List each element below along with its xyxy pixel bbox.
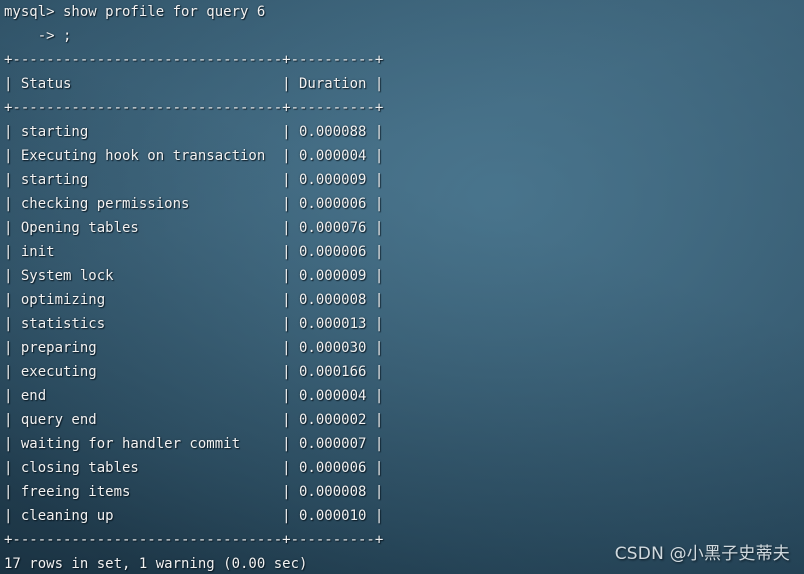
- table-row: | starting | 0.000088 |: [4, 124, 384, 140]
- table-separator-header: +--------------------------------+------…: [4, 100, 384, 116]
- table-row: | System lock | 0.000009 |: [4, 268, 384, 284]
- table-row: | optimizing | 0.000008 |: [4, 292, 384, 308]
- table-row: | freeing items | 0.000008 |: [4, 484, 384, 500]
- table-row: | Executing hook on transaction | 0.0000…: [4, 148, 384, 164]
- table-row: | statistics | 0.000013 |: [4, 316, 384, 332]
- table-separator-top: +--------------------------------+------…: [4, 52, 384, 68]
- table-row: | starting | 0.000009 |: [4, 172, 384, 188]
- result-summary-line: 17 rows in set, 1 warning (0.00 sec): [4, 556, 308, 572]
- terminal-output: mysql> show profile for query 6 -> ; +---…: [4, 0, 383, 574]
- table-row: | waiting for handler commit | 0.000007 …: [4, 436, 384, 452]
- table-row: | cleaning up | 0.000010 |: [4, 508, 384, 524]
- csdn-watermark: CSDN @小黑子史蒂夫: [614, 544, 790, 564]
- table-row: | init | 0.000006 |: [4, 244, 384, 260]
- table-row: | executing | 0.000166 |: [4, 364, 384, 380]
- table-row: | preparing | 0.000030 |: [4, 340, 384, 356]
- table-separator-bottom: +--------------------------------+------…: [4, 532, 384, 548]
- table-row: | Opening tables | 0.000076 |: [4, 220, 384, 236]
- table-row: | checking permissions | 0.000006 |: [4, 196, 384, 212]
- table-row: | end | 0.000004 |: [4, 388, 384, 404]
- mysql-terminal-window: mysql> show profile for query 6 -> ; +---…: [0, 0, 804, 574]
- continuation-line: -> ;: [4, 28, 72, 44]
- table-header-row: | Status | Duration |: [4, 76, 384, 92]
- table-row: | closing tables | 0.000006 |: [4, 460, 384, 476]
- prompt-line: mysql> show profile for query 6: [4, 4, 266, 20]
- table-row: | query end | 0.000002 |: [4, 412, 384, 428]
